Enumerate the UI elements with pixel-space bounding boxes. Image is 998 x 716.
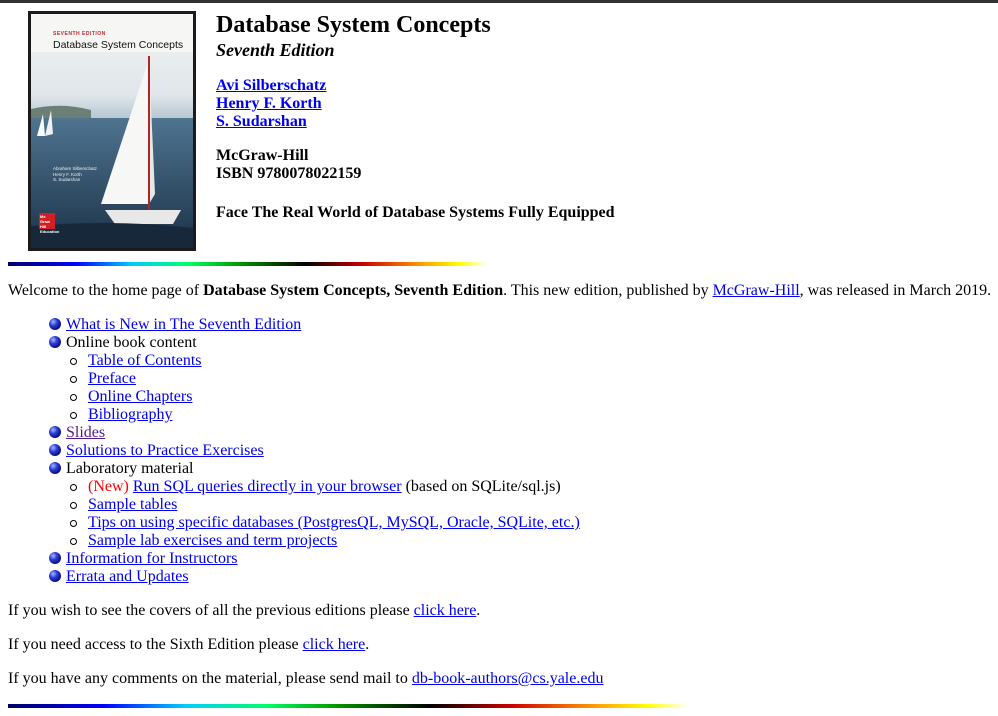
- resource-menu: What is New in The Seventh Edition Onlin…: [48, 316, 580, 586]
- top-border: [0, 0, 998, 3]
- list-item: Information for Instructors: [48, 550, 580, 568]
- circle-bullet-icon: [70, 538, 77, 545]
- circle-bullet-icon: [70, 376, 77, 383]
- instructors-link[interactable]: Information for Instructors: [66, 550, 238, 567]
- circle-bullet-icon: [70, 484, 77, 491]
- edition-subtitle: Seventh Edition: [216, 40, 335, 60]
- database-tips-link[interactable]: Tips on using specific databases (Postgr…: [88, 514, 580, 531]
- run-sql-link[interactable]: Run SQL queries directly in your browser: [133, 478, 402, 495]
- solutions-link[interactable]: Solutions to Practice Exercises: [66, 442, 264, 459]
- lab-exercises-link[interactable]: Sample lab exercises and term projects: [88, 532, 337, 549]
- circle-bullet-icon: [70, 502, 77, 509]
- circle-bullet-icon: [70, 358, 77, 365]
- sixth-edition-paragraph: If you need access to the Sixth Edition …: [8, 636, 370, 653]
- blue-ball-bullet-icon: [49, 462, 61, 474]
- sixth-edition-link[interactable]: click here: [303, 636, 366, 653]
- sample-tables-link[interactable]: Sample tables: [88, 496, 177, 513]
- previous-covers-link[interactable]: click here: [414, 602, 477, 619]
- lab-material-label: Laboratory material: [66, 460, 194, 477]
- list-item: Online book content Table of Contents Pr…: [48, 334, 580, 424]
- lab-sublist: (New) Run SQL queries directly in your b…: [66, 478, 580, 550]
- tagline: Face The Real World of Database Systems …: [216, 204, 615, 221]
- previous-covers-paragraph: If you wish to see the covers of all the…: [8, 602, 481, 619]
- list-item: What is New in The Seventh Edition: [48, 316, 580, 334]
- blue-ball-bullet-icon: [49, 318, 61, 330]
- errata-link[interactable]: Errata and Updates: [66, 568, 189, 585]
- rainbow-divider: [8, 704, 688, 708]
- online-content-sublist: Table of Contents Preface Online Chapter…: [66, 352, 580, 424]
- authors-email-link[interactable]: db-book-authors@cs.yale.edu: [412, 670, 604, 687]
- online-chapters-link[interactable]: Online Chapters: [88, 388, 192, 405]
- cover-authors: Abraham Silberschatz Henry F. Korth S. S…: [53, 166, 98, 183]
- blue-ball-bullet-icon: [49, 426, 61, 438]
- cover-title: Database System Concepts: [53, 39, 184, 51]
- book-header: Database System Concepts Seventh Edition: [216, 11, 491, 61]
- preface-link[interactable]: Preface: [88, 370, 136, 387]
- new-badge: (New): [88, 478, 129, 495]
- slides-link[interactable]: Slides: [66, 424, 105, 441]
- book-name-bold: Database System Concepts, Seventh Editio…: [203, 282, 504, 299]
- welcome-text: Welcome to the home page of Database Sys…: [8, 282, 992, 299]
- author-list: Avi Silberschatz Henry F. Korth S. Sudar…: [216, 77, 326, 131]
- bibliography-link[interactable]: Bibliography: [88, 406, 172, 423]
- author-link-sudarshan[interactable]: S. Sudarshan: [216, 113, 326, 131]
- circle-bullet-icon: [70, 520, 77, 527]
- circle-bullet-icon: [70, 412, 77, 419]
- sql-note: (based on SQLite/sql.js): [401, 478, 561, 495]
- list-item: Solutions to Practice Exercises: [48, 442, 580, 460]
- list-item: Laboratory material (New) Run SQL querie…: [48, 460, 580, 550]
- list-item: Slides: [48, 424, 580, 442]
- blue-ball-bullet-icon: [49, 444, 61, 456]
- contact-paragraph: If you have any comments on the material…: [8, 670, 604, 687]
- publisher-info: McGraw-Hill ISBN 9780078022159: [216, 147, 361, 183]
- blue-ball-bullet-icon: [49, 570, 61, 582]
- table-of-contents-link[interactable]: Table of Contents: [88, 352, 202, 369]
- rainbow-divider: [8, 262, 488, 266]
- page-title: Database System Concepts: [216, 12, 491, 38]
- book-cover-image: SEVENTH EDITION Database System Concepts…: [28, 11, 196, 251]
- online-content-label: Online book content: [66, 334, 197, 351]
- circle-bullet-icon: [70, 394, 77, 401]
- blue-ball-bullet-icon: [49, 552, 61, 564]
- cover-edition-label: SEVENTH EDITION: [53, 31, 106, 37]
- publisher-link[interactable]: McGraw-Hill: [713, 282, 800, 299]
- publisher-logo: Mc Graw Hill Education: [39, 213, 60, 234]
- publisher-name: McGraw-Hill: [216, 147, 309, 164]
- blue-ball-bullet-icon: [49, 336, 61, 348]
- isbn: ISBN 9780078022159: [216, 165, 362, 182]
- list-item: Errata and Updates: [48, 568, 580, 586]
- whats-new-link[interactable]: What is New in The Seventh Edition: [66, 316, 301, 333]
- author-link-korth[interactable]: Henry F. Korth: [216, 95, 326, 113]
- author-link-silberschatz[interactable]: Avi Silberschatz: [216, 77, 326, 95]
